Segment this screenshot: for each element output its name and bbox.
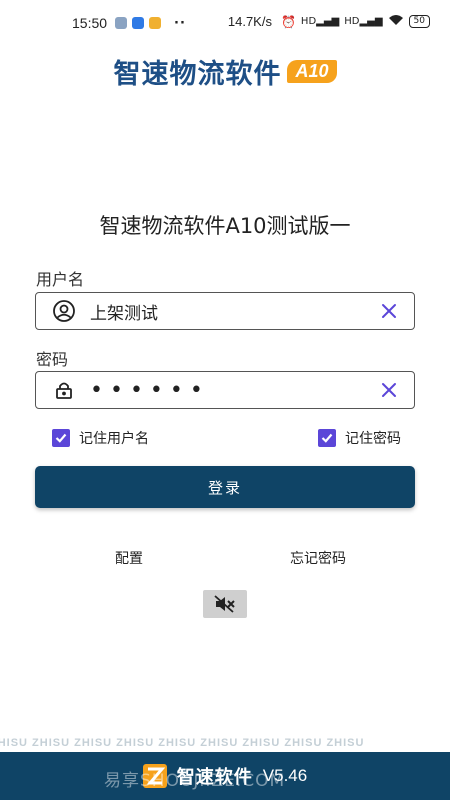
- app-logo: 智速物流软件 A10: [0, 52, 450, 91]
- user-circle-icon: [52, 299, 76, 323]
- password-label: 密码: [36, 350, 69, 369]
- checkmark-icon: [52, 429, 70, 447]
- remember-username-checkbox[interactable]: 记住用户名: [52, 428, 149, 448]
- status-time: 15:50: [72, 15, 108, 31]
- battery-indicator: 50: [408, 15, 430, 28]
- login-button[interactable]: 登录: [35, 466, 415, 508]
- signal-icon: HD▂▄▆: [300, 16, 340, 27]
- clear-username-button[interactable]: [378, 300, 400, 322]
- app-logo-badge: A10: [287, 60, 337, 83]
- footer: 智速软件 V5.46 易享SHOUJIIZE.COM: [0, 752, 450, 800]
- username-field: [35, 292, 415, 330]
- signal-icon: HD▂▄▆: [344, 16, 383, 27]
- sound-toggle-button[interactable]: [203, 590, 247, 618]
- volume-mute-icon: [214, 595, 235, 613]
- password-field: [35, 371, 415, 409]
- app-notification-icon: [115, 17, 128, 29]
- checkmark-icon: [318, 429, 336, 447]
- remember-password-checkbox[interactable]: 记住密码: [318, 428, 401, 448]
- app-notification-icon: [132, 17, 145, 29]
- forgot-password-link[interactable]: 忘记密码: [290, 548, 346, 568]
- app-notification-icon: [149, 17, 162, 29]
- remember-username-label: 记住用户名: [79, 431, 149, 447]
- close-icon: [382, 304, 396, 318]
- status-right: 14.7K/s ⏰ HD▂▄▆ HD▂▄▆ 50: [228, 14, 430, 29]
- clear-password-button[interactable]: [378, 379, 400, 401]
- site-watermark: 易享SHOUJIIZE.COM: [104, 771, 286, 791]
- lock-icon: [52, 378, 76, 402]
- network-speed: 14.7K/s: [227, 14, 272, 29]
- watermark-strip: ZHISU ZHISU ZHISU ZHISU ZHISU ZHISU ZHIS…: [0, 737, 365, 749]
- username-input[interactable]: [90, 293, 378, 329]
- config-link[interactable]: 配置: [115, 548, 143, 568]
- status-bar: 15:50 ·· 14.7K/s ⏰ HD▂▄▆ HD▂▄▆ 50: [0, 0, 450, 46]
- alarm-icon: ⏰: [280, 14, 296, 29]
- password-input[interactable]: [90, 372, 378, 408]
- close-icon: [382, 383, 396, 397]
- remember-password-label: 记住密码: [345, 431, 401, 447]
- more-notifications-indicator: ··: [174, 15, 186, 31]
- page-title: 智速物流软件A10测试版一: [99, 214, 351, 238]
- app-logo-name: 智速物流软件: [113, 59, 282, 90]
- wifi-icon: [388, 14, 404, 29]
- username-label: 用户名: [36, 270, 85, 289]
